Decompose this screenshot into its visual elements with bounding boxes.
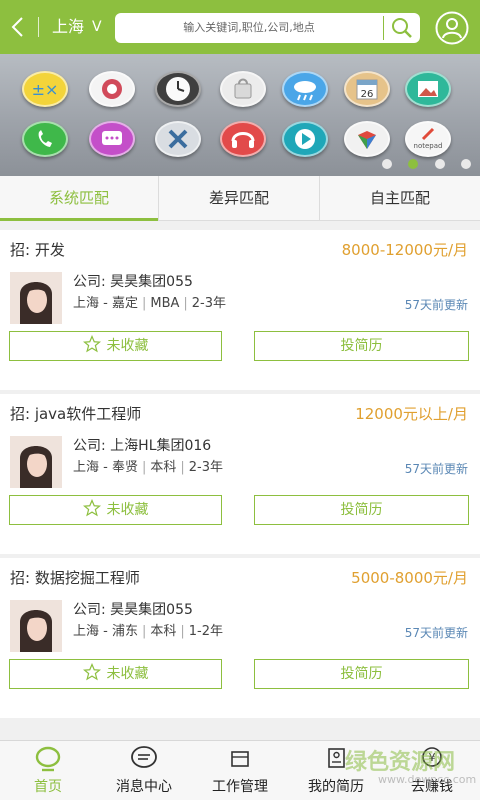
clock-icon	[155, 71, 201, 107]
favorite-label: 未收藏	[106, 338, 149, 354]
carousel-dot[interactable]	[382, 159, 392, 169]
messages-icon	[89, 121, 135, 157]
update-time: 57天前更新	[404, 298, 468, 312]
job-education: 本科	[150, 624, 177, 639]
weather-icon	[282, 71, 328, 107]
star-icon	[82, 663, 101, 681]
company-name: 公司: 昊昊集团055	[73, 274, 193, 290]
top-bar: 上海 V 输入关键词,职位,公司,地点	[0, 0, 480, 54]
company-name: 公司: 昊昊集团055	[73, 602, 193, 618]
job-salary: 8000-12000元/月	[341, 241, 468, 259]
gallery-icon	[405, 71, 451, 107]
job-meta: 上海 - 嘉定 | MBA | 2-3年	[73, 296, 227, 311]
camera-icon	[89, 71, 135, 107]
video-icon	[282, 121, 328, 157]
back-arrow-icon[interactable]	[8, 14, 30, 40]
company-name: 公司: 上海HL集团016	[73, 438, 212, 454]
shopping-icon	[220, 71, 266, 107]
job-title: 招: 开发	[10, 241, 65, 259]
update-time: 57天前更新	[404, 462, 468, 476]
star-icon	[82, 335, 101, 353]
search-input[interactable]: 输入关键词,职位,公司,地点	[115, 13, 383, 43]
calendar-icon: 26	[344, 71, 390, 107]
phone-icon	[22, 121, 68, 157]
favorite-label: 未收藏	[106, 502, 149, 518]
job-meta: 上海 - 浦东 | 本科 | 1-2年	[73, 624, 223, 639]
notepad-icon: notepad	[405, 121, 451, 157]
favorite-button[interactable]: 未收藏	[9, 659, 222, 689]
settings-icon	[155, 121, 201, 157]
svg-text:±×: ±×	[32, 80, 59, 99]
watermark-url: www.downcc.com	[378, 773, 477, 786]
nav-home-label: 首页	[34, 779, 62, 795]
tab-difference-match[interactable]: 差异匹配	[159, 176, 319, 221]
nav-work[interactable]: 工作管理	[192, 741, 288, 800]
job-salary: 5000-8000元/月	[351, 569, 468, 587]
job-title: 招: 数据挖掘工程师	[10, 569, 140, 587]
carousel-indicator	[380, 159, 480, 171]
match-tabs: 系统匹配 差异匹配 自主匹配	[0, 176, 480, 221]
carousel-dot-active[interactable]	[408, 159, 418, 169]
watermark-logo: 绿色资源网	[345, 750, 456, 775]
home-icon	[35, 746, 61, 772]
nav-work-label: 工作管理	[212, 779, 268, 795]
job-card[interactable]: 招: java软件工程师 12000元以上/月 公司: 上海HL集团016 上海…	[0, 394, 480, 554]
company-avatar	[10, 272, 62, 324]
job-location: 上海 - 奉贤	[73, 460, 138, 475]
message-icon	[131, 746, 157, 768]
banner-carousel[interactable]: ±× 26 notepad	[0, 54, 480, 176]
search-box[interactable]: 输入关键词,职位,公司,地点	[115, 13, 420, 43]
calendar-day-label: 26	[361, 89, 374, 100]
header-divider	[38, 17, 39, 37]
tab-system-match[interactable]: 系统匹配	[0, 176, 158, 221]
nav-messages-label: 消息中心	[116, 779, 172, 795]
job-meta: 上海 - 奉贤 | 本科 | 2-3年	[73, 460, 223, 475]
search-divider	[383, 16, 384, 40]
job-experience: 2-3年	[191, 296, 227, 311]
company-avatar	[10, 600, 62, 652]
job-location: 上海 - 浦东	[73, 624, 138, 639]
apply-button[interactable]: 投简历	[254, 659, 469, 689]
job-card[interactable]: 招: 开发 8000-12000元/月 公司: 昊昊集团055 上海 - 嘉定 |…	[0, 230, 480, 390]
apply-button[interactable]: 投简历	[254, 495, 469, 525]
carousel-dot[interactable]	[461, 159, 471, 169]
city-selector[interactable]: 上海	[52, 17, 84, 37]
job-title: 招: java软件工程师	[10, 405, 142, 423]
company-avatar	[10, 436, 62, 488]
work-icon	[231, 751, 249, 767]
search-icon[interactable]	[388, 15, 416, 41]
calculator-icon: ±×	[22, 71, 68, 107]
city-dropdown-icon[interactable]: V	[92, 18, 102, 36]
star-icon	[82, 499, 101, 517]
carousel-dot[interactable]	[435, 159, 445, 169]
favorite-label: 未收藏	[106, 666, 149, 682]
nav-messages[interactable]: 消息中心	[96, 741, 192, 800]
maps-icon	[344, 121, 390, 157]
tab-custom-match[interactable]: 自主匹配	[320, 176, 480, 221]
profile-icon[interactable]	[435, 11, 469, 45]
notepad-label: notepad	[414, 142, 443, 150]
music-icon	[220, 121, 266, 157]
job-location: 上海 - 嘉定	[73, 296, 138, 311]
favorite-button[interactable]: 未收藏	[9, 495, 222, 525]
nav-resume-label: 我的简历	[308, 779, 364, 795]
job-education: 本科	[150, 460, 177, 475]
update-time: 57天前更新	[404, 626, 468, 640]
job-education: MBA	[150, 296, 180, 311]
job-experience: 1-2年	[188, 624, 223, 639]
favorite-button[interactable]: 未收藏	[9, 331, 222, 361]
job-experience: 2-3年	[188, 460, 223, 475]
job-salary: 12000元以上/月	[355, 405, 468, 423]
job-card[interactable]: 招: 数据挖掘工程师 5000-8000元/月 公司: 昊昊集团055 上海 -…	[0, 558, 480, 718]
nav-home[interactable]: 首页	[0, 741, 96, 800]
apply-button[interactable]: 投简历	[254, 331, 469, 361]
